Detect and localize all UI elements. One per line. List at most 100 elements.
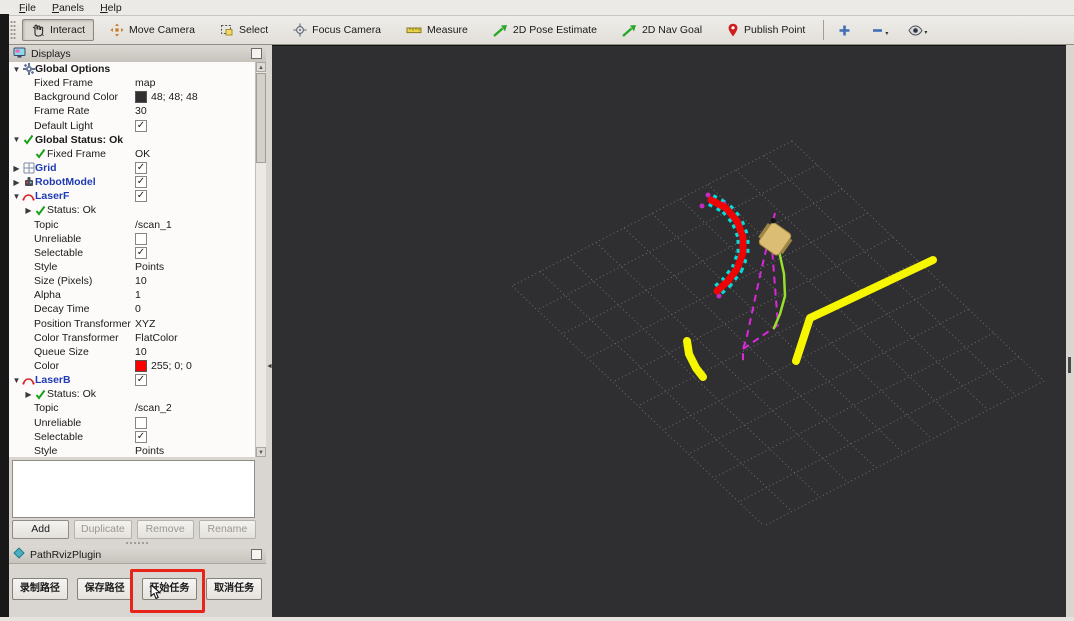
tree-row-frame-rate[interactable]: Frame Rate 30 bbox=[9, 104, 256, 118]
scroll-down-icon[interactable]: ▼ bbox=[256, 447, 266, 457]
duplicate-button[interactable]: Duplicate bbox=[74, 520, 132, 539]
tool-select[interactable]: Select bbox=[211, 19, 277, 41]
task-button-1[interactable]: 录制路径 bbox=[12, 578, 68, 600]
tree-row-unreliable[interactable]: Unreliable bbox=[9, 232, 256, 246]
property-value[interactable]: 0 bbox=[135, 303, 141, 315]
checkbox-unchecked[interactable] bbox=[135, 416, 147, 429]
scrollbar-thumb[interactable] bbox=[256, 73, 266, 163]
tree-row-status-ok[interactable]: ▶ Status: Ok bbox=[9, 387, 256, 401]
expander-right-icon[interactable]: ▶ bbox=[11, 164, 22, 173]
tree-row-position-transformer[interactable]: Position Transformer XYZ bbox=[9, 317, 256, 331]
property-value[interactable]: 255; 0; 0 bbox=[151, 360, 192, 372]
property-label: Position Transformer bbox=[34, 317, 131, 330]
tool-button-plus[interactable] bbox=[832, 21, 857, 40]
checkbox-checked[interactable]: ✓ bbox=[135, 246, 147, 259]
tree-row-laserf[interactable]: ▼ LaserF ✓ bbox=[9, 189, 256, 203]
task-button-4[interactable]: 取消任务 bbox=[206, 578, 262, 600]
tree-row-background-color[interactable]: Background Color 48; 48; 48 bbox=[9, 90, 256, 104]
expander-right-icon[interactable]: ▶ bbox=[23, 390, 34, 399]
tree-row-alpha[interactable]: Alpha 1 bbox=[9, 288, 256, 302]
property-value[interactable]: 10 bbox=[135, 346, 147, 358]
tool-interact[interactable]: Interact bbox=[22, 19, 95, 41]
tree-row-queue-size[interactable]: Queue Size 10 bbox=[9, 345, 256, 359]
tree-row-global-status-ok[interactable]: ▼ Global Status: Ok bbox=[9, 133, 256, 147]
property-value[interactable]: XYZ bbox=[135, 318, 155, 330]
tool-measure[interactable]: Measure bbox=[397, 19, 477, 41]
property-label: Global Status: Ok bbox=[35, 133, 124, 146]
property-value[interactable]: 48; 48; 48 bbox=[151, 91, 198, 103]
tree-row-style[interactable]: Style Points bbox=[9, 444, 256, 457]
tree-row-selectable[interactable]: Selectable ✓ bbox=[9, 430, 256, 444]
checkbox-checked[interactable]: ✓ bbox=[135, 430, 147, 443]
property-value[interactable]: 30 bbox=[135, 105, 147, 117]
tool-2d-pose-estimate[interactable]: 2D Pose Estimate bbox=[484, 20, 606, 41]
tree-row-robotmodel[interactable]: ▶ RobotModel ✓ bbox=[9, 175, 256, 189]
property-value[interactable]: 1 bbox=[135, 289, 141, 301]
tree-row-size-pixels-[interactable]: Size (Pixels) 10 bbox=[9, 274, 256, 288]
menu-help[interactable]: Help bbox=[93, 1, 129, 15]
expander-right-icon[interactable]: ▶ bbox=[11, 178, 22, 187]
panel-float-button[interactable] bbox=[251, 549, 262, 560]
tree-row-grid[interactable]: ▶ Grid ✓ bbox=[9, 161, 256, 175]
tool-move-camera[interactable]: Move Camera bbox=[101, 19, 204, 41]
tree-row-status-ok[interactable]: ▶ Status: Ok bbox=[9, 203, 256, 217]
property-value[interactable]: OK bbox=[135, 148, 150, 160]
tree-row-laserb[interactable]: ▼ LaserB ✓ bbox=[9, 373, 256, 387]
property-value[interactable]: map bbox=[135, 77, 155, 89]
panel-float-button[interactable] bbox=[251, 48, 262, 59]
tool-button-eye[interactable]: ▾ bbox=[902, 22, 933, 39]
collapse-left-icon[interactable]: ◄ bbox=[266, 363, 273, 371]
add-button[interactable]: Add bbox=[12, 520, 70, 539]
tree-row-color-transformer[interactable]: Color Transformer FlatColor bbox=[9, 331, 256, 345]
property-value[interactable]: Points bbox=[135, 445, 164, 457]
checkbox-unchecked[interactable] bbox=[135, 232, 147, 245]
tool-publish-point[interactable]: Publish Point bbox=[718, 19, 814, 41]
expander-right-icon[interactable]: ▶ bbox=[23, 206, 34, 215]
property-value[interactable]: /scan_1 bbox=[135, 219, 172, 231]
tree-row-global-options[interactable]: ▼ Global Options bbox=[9, 62, 256, 76]
scroll-up-icon[interactable]: ▲ bbox=[256, 62, 266, 72]
property-value[interactable]: FlatColor bbox=[135, 332, 178, 344]
expander-down-icon[interactable]: ▼ bbox=[11, 376, 22, 385]
tree-row-topic[interactable]: Topic/scan_1 bbox=[9, 218, 256, 232]
checkbox-checked[interactable]: ✓ bbox=[135, 162, 147, 175]
toolbar-grip-handle[interactable] bbox=[10, 20, 16, 40]
remove-button[interactable]: Remove bbox=[136, 520, 194, 539]
checkbox-checked[interactable]: ✓ bbox=[135, 374, 147, 387]
tool-button-minus[interactable]: ▾ bbox=[865, 21, 894, 40]
checkbox-checked[interactable]: ✓ bbox=[135, 190, 147, 203]
vertical-splitter[interactable]: ◄ bbox=[266, 45, 273, 617]
menu-panels[interactable]: Panels bbox=[45, 1, 91, 15]
expander-down-icon[interactable]: ▼ bbox=[11, 135, 22, 144]
property-value[interactable]: Points bbox=[135, 261, 164, 273]
tree-row-unreliable[interactable]: Unreliable bbox=[9, 416, 256, 430]
expander-down-icon[interactable]: ▼ bbox=[11, 65, 22, 74]
tree-row-style[interactable]: Style Points bbox=[9, 260, 256, 274]
splitter-grip[interactable] bbox=[125, 542, 149, 544]
right-panel-splitter[interactable] bbox=[1066, 45, 1074, 617]
laser-wall-yellow-right bbox=[792, 256, 937, 365]
tool-focus-camera[interactable]: Focus Camera bbox=[284, 19, 390, 41]
menu-file[interactable]: File bbox=[12, 1, 43, 15]
property-value[interactable]: /scan_2 bbox=[135, 402, 172, 414]
checkbox-checked[interactable]: ✓ bbox=[135, 119, 147, 132]
task-button-2[interactable]: 保存路径 bbox=[76, 578, 133, 600]
tree-row-fixed-frame[interactable]: Fixed Frame map bbox=[9, 76, 256, 90]
property-value[interactable]: 10 bbox=[135, 275, 147, 287]
tree-scrollbar[interactable]: ▲ ▼ bbox=[255, 62, 266, 457]
tree-row-topic[interactable]: Topic/scan_2 bbox=[9, 401, 256, 415]
checkbox-checked[interactable]: ✓ bbox=[135, 176, 147, 189]
expander-down-icon[interactable]: ▼ bbox=[11, 192, 22, 201]
color-swatch[interactable] bbox=[135, 360, 147, 373]
splitter-handle[interactable] bbox=[1068, 357, 1071, 373]
tree-row-decay-time[interactable]: Decay Time 0 bbox=[9, 302, 256, 316]
tree-row-color[interactable]: Color 255; 0; 0 bbox=[9, 359, 256, 373]
tree-row-default-light[interactable]: Default Light ✓ bbox=[9, 119, 256, 133]
tree-row-selectable[interactable]: Selectable ✓ bbox=[9, 246, 256, 260]
tool-2d-nav-goal[interactable]: 2D Nav Goal bbox=[613, 20, 711, 41]
3d-viewport[interactable] bbox=[272, 45, 1066, 617]
task-button-3[interactable]: 开始任务 bbox=[141, 578, 198, 600]
tree-row-fixed-frame[interactable]: Fixed Frame OK bbox=[9, 147, 256, 161]
rename-button[interactable]: Rename bbox=[198, 520, 256, 539]
color-swatch[interactable] bbox=[135, 91, 147, 104]
